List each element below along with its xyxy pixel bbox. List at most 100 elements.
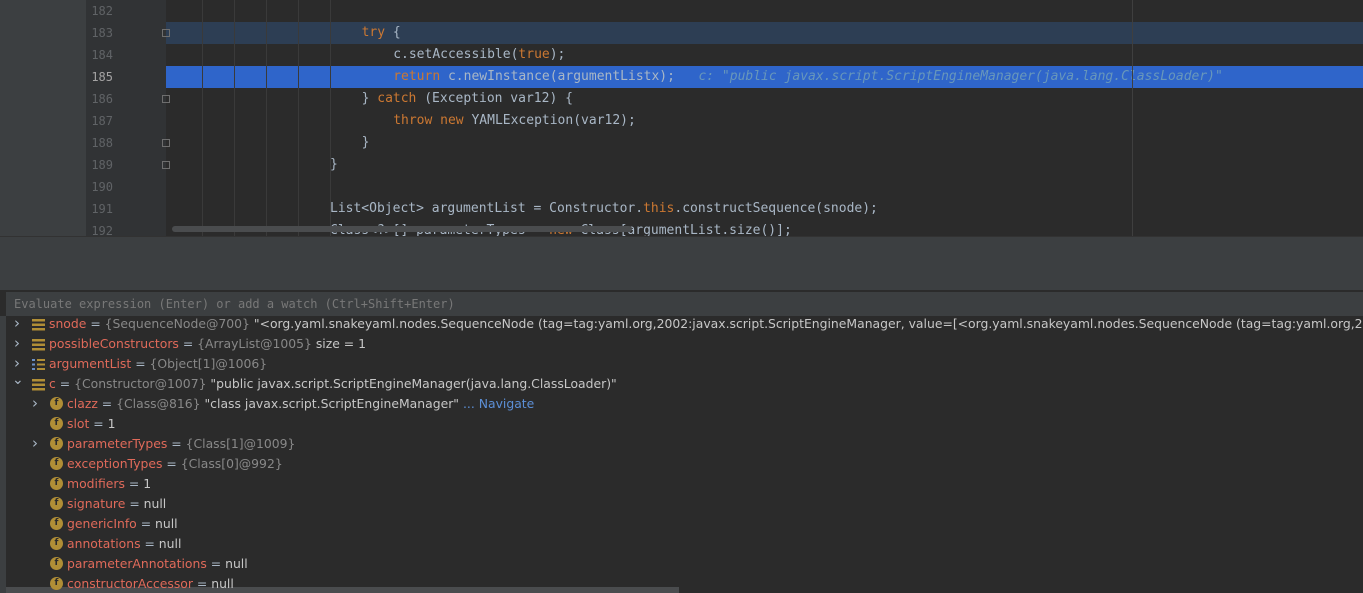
evaluate-expression-bar[interactable] <box>6 292 1363 317</box>
navigate-link[interactable]: ... Navigate <box>463 396 534 411</box>
code-token: List<Object> argumentList = Constructor. <box>330 201 644 216</box>
expand-arrow-open-icon[interactable]: ⌄ <box>12 373 24 394</box>
line-number[interactable]: 185 <box>0 66 113 88</box>
variable-row[interactable]: f genericInfo = null <box>6 514 1363 534</box>
variables-tree[interactable]: › snode = {SequenceNode@700} "<org.yaml.s… <box>6 316 1363 593</box>
indent-guide <box>202 0 203 236</box>
variable-text: slot = 1 <box>67 414 116 434</box>
variable-row[interactable]: f annotations = null <box>6 534 1363 554</box>
line-number[interactable]: 182 <box>0 0 113 22</box>
code-line[interactable]: } catch (Exception var12) { <box>362 88 573 110</box>
line-number[interactable]: 189 <box>0 154 113 176</box>
debug-panel-header <box>0 236 1363 263</box>
field-icon: f <box>50 557 63 570</box>
equals-sign: = <box>140 536 159 551</box>
variable-row[interactable]: › possibleConstructors = {ArrayList@1005}… <box>6 334 1363 354</box>
code-token: { <box>385 25 401 40</box>
fold-marker-icon[interactable] <box>162 161 170 169</box>
variable-row[interactable]: ⌄ c = {Constructor@1007} "public javax.sc… <box>6 373 1363 394</box>
code-line[interactable]: List<Object> argumentList = Constructor.… <box>330 198 878 220</box>
variable-name: argumentList <box>49 356 132 371</box>
code-editor[interactable]: try {c.setAccessible(true); return c.newI… <box>0 0 1363 236</box>
code-line[interactable]: } <box>362 132 370 154</box>
editor-horizontal-scrollbar[interactable] <box>172 226 632 232</box>
code-line[interactable]: c.setAccessible(true); <box>393 44 565 66</box>
keyword-token: throw new <box>393 113 464 128</box>
variable-row[interactable]: › snode = {SequenceNode@700} "<org.yaml.s… <box>6 316 1363 334</box>
keyword-token: true <box>518 47 550 62</box>
variable-row[interactable]: › f parameterTypes = {Class[1]@1009} <box>6 434 1363 454</box>
line-number[interactable]: 192 <box>0 220 113 236</box>
variable-text: clazz = {Class@816} "class javax.script.… <box>67 394 534 414</box>
fold-marker-icon[interactable] <box>162 139 170 147</box>
variable-name: signature <box>67 496 126 511</box>
equals-sign: = <box>131 356 150 371</box>
variable-name: snode <box>49 316 87 331</box>
expand-arrow-closed-icon[interactable]: › <box>12 334 22 354</box>
code-line[interactable]: return c.newInstance(argumentListx); c: … <box>393 66 1223 88</box>
variable-value: 1 <box>107 416 116 431</box>
field-icon: f <box>50 397 63 410</box>
variable-name: c <box>49 376 56 391</box>
variable-text: annotations = null <box>67 534 181 554</box>
variable-type: {Class[1]@1009} <box>185 436 296 451</box>
variable-row[interactable]: › f clazz = {Class@816} "class javax.scrip… <box>6 394 1363 414</box>
variable-row[interactable]: › argumentList = {Object[1]@1006} <box>6 354 1363 374</box>
variable-text: modifiers = 1 <box>67 474 151 494</box>
variable-row[interactable]: f signature = null <box>6 494 1363 514</box>
evaluate-expression-input[interactable] <box>14 292 1314 316</box>
expand-arrow-closed-icon[interactable]: › <box>12 354 22 374</box>
variable-text: parameterTypes = {Class[1]@1009} <box>67 434 295 454</box>
fold-marker-icon[interactable] <box>162 29 170 37</box>
variable-row[interactable]: f constructorAccessor = null <box>6 574 1363 593</box>
variable-row[interactable]: f slot = 1 <box>6 414 1363 434</box>
variable-name: slot <box>67 416 90 431</box>
variable-row[interactable]: f parameterAnnotations = null <box>6 554 1363 574</box>
field-icon: f <box>50 577 63 590</box>
code-token: c.setAccessible( <box>393 47 519 62</box>
code-token: c.newInstance(argumentListx); <box>440 69 675 84</box>
right-margin-guide <box>1132 0 1133 236</box>
line-number[interactable]: 187 <box>0 110 113 132</box>
variable-row[interactable]: f modifiers = 1 <box>6 474 1363 494</box>
field-icon: f <box>50 497 63 510</box>
variable-text: snode = {SequenceNode@700} "<org.yaml.sn… <box>49 316 1363 334</box>
line-number[interactable]: 190 <box>0 176 113 198</box>
fold-marker-icon[interactable] <box>162 95 170 103</box>
equals-sign: = <box>206 556 226 571</box>
expand-arrow-closed-icon[interactable]: › <box>12 316 22 334</box>
line-number[interactable]: 184 <box>0 44 113 66</box>
line-number[interactable]: 186 <box>0 88 113 110</box>
equals-sign: = <box>167 436 186 451</box>
variable-text: genericInfo = null <box>67 514 178 534</box>
variable-type: {Object[1]@1006} <box>149 356 268 371</box>
variable-row[interactable]: f exceptionTypes = {Class[0]@992} <box>6 454 1363 474</box>
variable-name: constructorAccessor <box>67 576 193 591</box>
variable-type: {Class@816} <box>116 396 201 411</box>
variable-text: argumentList = {Object[1]@1006} <box>49 354 267 374</box>
variable-text: exceptionTypes = {Class[0]@992} <box>67 454 283 474</box>
variable-name: modifiers <box>67 476 125 491</box>
equals-sign: = <box>136 516 156 531</box>
variable-text: constructorAccessor = null <box>67 574 234 593</box>
field-icon: f <box>50 417 63 430</box>
keyword-token: try <box>361 25 386 40</box>
expand-arrow-closed-icon[interactable]: › <box>30 434 40 454</box>
highlighted-line <box>166 22 1363 44</box>
expand-arrow-closed-icon[interactable]: › <box>30 394 40 414</box>
variable-value: null <box>211 576 234 591</box>
equals-sign: = <box>86 316 105 331</box>
equals-sign: = <box>124 476 144 491</box>
line-number[interactable]: 191 <box>0 198 113 220</box>
variable-text: possibleConstructors = {ArrayList@1005} … <box>49 334 366 354</box>
code-area[interactable]: try {c.setAccessible(true); return c.newI… <box>166 0 1363 236</box>
code-line[interactable]: try { <box>362 22 401 44</box>
line-number[interactable]: 183 <box>0 22 113 44</box>
line-number[interactable]: 188 <box>0 132 113 154</box>
equals-sign: = <box>97 396 117 411</box>
indent-guide <box>234 0 235 236</box>
code-token: } <box>361 91 378 106</box>
field-icon: f <box>50 457 63 470</box>
code-line[interactable]: throw new YAMLException(var12); <box>393 110 636 132</box>
code-line[interactable]: } <box>330 154 338 176</box>
